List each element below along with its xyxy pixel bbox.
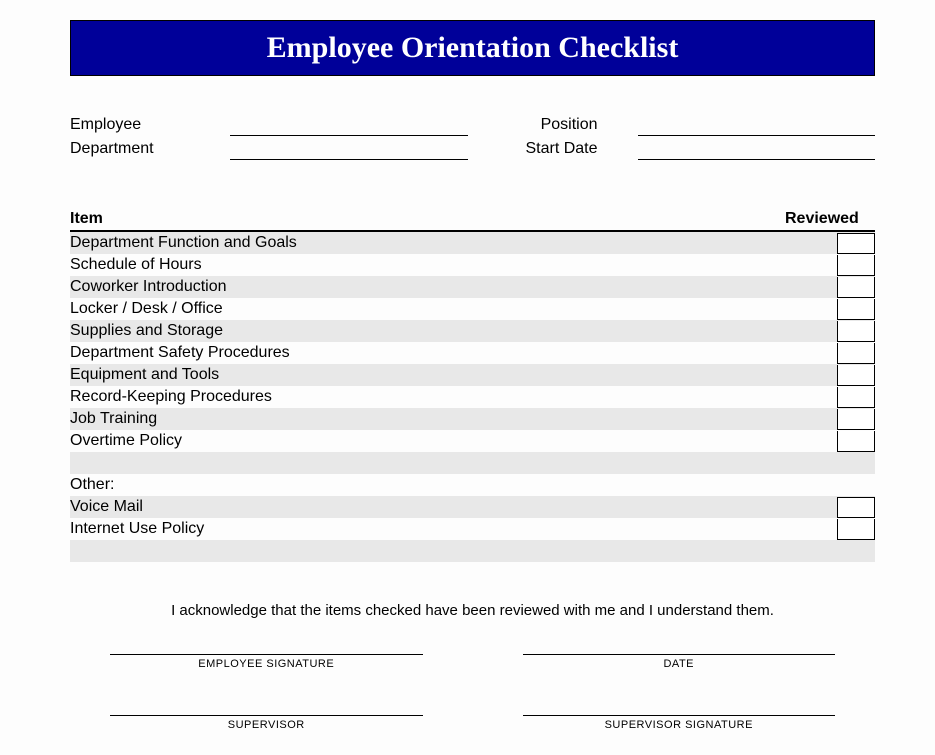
position-label: Position <box>508 116 598 134</box>
checklist-row: Locker / Desk / Office <box>70 298 875 320</box>
reviewed-checkbox[interactable] <box>837 387 875 408</box>
startdate-label: Start Date <box>508 140 598 158</box>
supervisor-signature-line[interactable]: SUPERVISOR SIGNATURE <box>523 715 836 731</box>
department-label: Department <box>70 140 190 158</box>
checklist-row <box>70 540 875 562</box>
checklist-row: Internet Use Policy <box>70 518 875 540</box>
checklist-row: Department Function and Goals <box>70 232 875 254</box>
checklist-row: Job Training <box>70 408 875 430</box>
checklist-row <box>70 452 875 474</box>
checklist-item-label: Supplies and Storage <box>70 322 835 340</box>
checklist-item-label: Coworker Introduction <box>70 278 835 296</box>
reviewed-checkbox[interactable] <box>837 321 875 342</box>
reviewed-checkbox[interactable] <box>837 343 875 364</box>
checklist-header: Item Reviewed <box>70 210 875 232</box>
checklist-body: Department Function and Goals Schedule of… <box>70 232 875 562</box>
employee-label: Employee <box>70 116 190 134</box>
date-line[interactable]: DATE <box>523 654 836 670</box>
checklist-item-label: Department Function and Goals <box>70 234 835 252</box>
employee-signature-line[interactable]: EMPLOYEE SIGNATURE <box>110 654 423 670</box>
checklist-row: Voice Mail <box>70 496 875 518</box>
reviewed-cell <box>835 299 875 320</box>
reviewed-checkbox[interactable] <box>837 409 875 430</box>
reviewed-checkbox[interactable] <box>837 255 875 276</box>
checklist-item-label: Other: <box>70 476 835 494</box>
reviewed-cell <box>835 409 875 430</box>
acknowledgement-text: I acknowledge that the items checked hav… <box>70 602 875 619</box>
reviewed-cell <box>835 321 875 342</box>
reviewed-cell <box>835 365 875 386</box>
header-item: Item <box>70 210 785 228</box>
checklist-item-label: Department Safety Procedures <box>70 344 835 362</box>
checklist-item-label: Equipment and Tools <box>70 366 835 384</box>
checklist-item-label: Locker / Desk / Office <box>70 300 835 318</box>
checklist-item-label: Job Training <box>70 410 835 428</box>
document-title: Employee Orientation Checklist <box>70 20 875 76</box>
reviewed-cell <box>835 431 875 452</box>
reviewed-checkbox[interactable] <box>837 299 875 320</box>
reviewed-checkbox[interactable] <box>837 519 875 540</box>
reviewed-cell <box>835 277 875 298</box>
supervisor-line[interactable]: SUPERVISOR <box>110 715 423 731</box>
reviewed-cell <box>835 497 875 518</box>
department-field[interactable] <box>230 142 468 160</box>
reviewed-checkbox[interactable] <box>837 277 875 298</box>
reviewed-checkbox[interactable] <box>837 233 875 254</box>
employee-field[interactable] <box>230 118 468 136</box>
startdate-field[interactable] <box>638 142 876 160</box>
checklist-item-label: Internet Use Policy <box>70 520 835 538</box>
reviewed-checkbox[interactable] <box>837 497 875 518</box>
reviewed-checkbox[interactable] <box>837 365 875 386</box>
checklist-row: Equipment and Tools <box>70 364 875 386</box>
position-field[interactable] <box>638 118 876 136</box>
checklist-item-label: Schedule of Hours <box>70 256 835 274</box>
checklist-row: Overtime Policy <box>70 430 875 452</box>
header-reviewed: Reviewed <box>785 210 875 228</box>
reviewed-cell <box>835 255 875 276</box>
checklist-row: Supplies and Storage <box>70 320 875 342</box>
employee-info-section: Employee Department Position Start Date <box>70 116 875 160</box>
reviewed-cell <box>835 387 875 408</box>
checklist-item-label: Record-Keeping Procedures <box>70 388 835 406</box>
reviewed-cell <box>835 343 875 364</box>
checklist-row: Schedule of Hours <box>70 254 875 276</box>
checklist-item-label: Voice Mail <box>70 498 835 516</box>
reviewed-checkbox[interactable] <box>837 431 875 452</box>
checklist-item-label: Overtime Policy <box>70 432 835 450</box>
checklist-row: Coworker Introduction <box>70 276 875 298</box>
checklist-row: Record-Keeping Procedures <box>70 386 875 408</box>
reviewed-cell <box>835 519 875 540</box>
checklist-row: Other: <box>70 474 875 496</box>
checklist-row: Department Safety Procedures <box>70 342 875 364</box>
reviewed-cell <box>835 233 875 254</box>
